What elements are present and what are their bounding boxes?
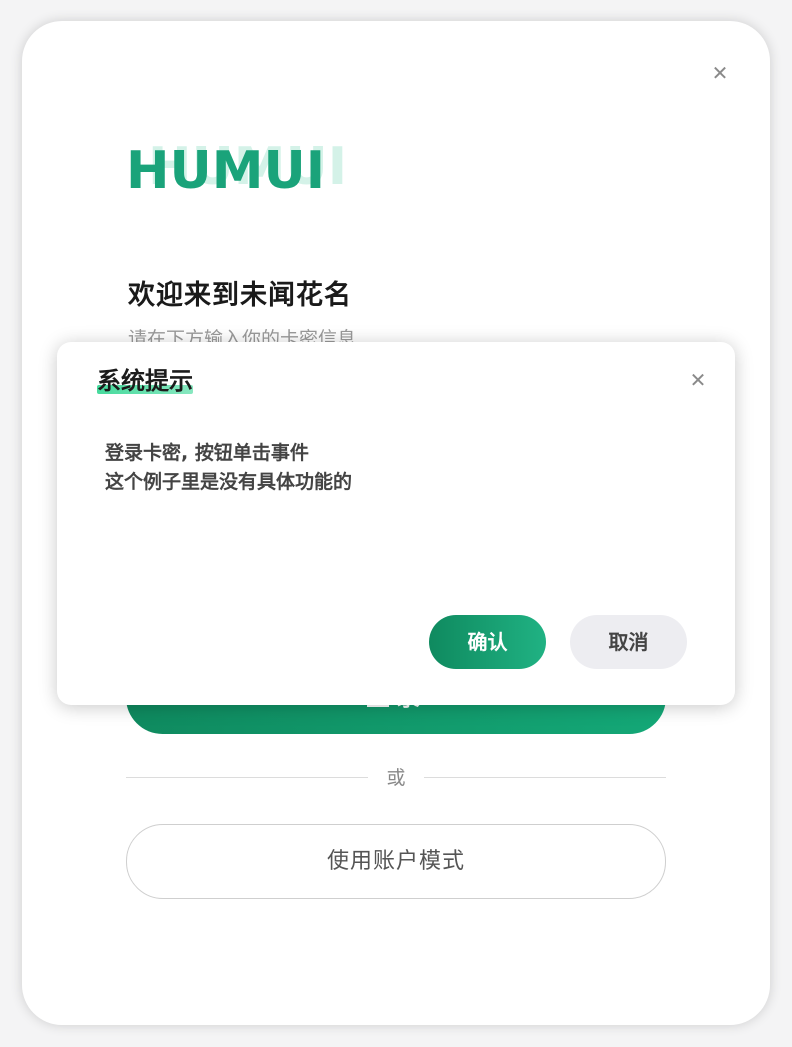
or-divider: 或	[126, 766, 666, 790]
account-mode-button[interactable]: 使用账户模式	[126, 824, 666, 899]
divider-text: 或	[386, 767, 406, 789]
dialog-message-line: 登录卡密, 按钮单击事件	[105, 442, 309, 464]
dialog-title-wrap: 系统提示	[97, 364, 193, 398]
logo: HUMUI HUMUI	[126, 126, 354, 196]
close-icon[interactable]: ✕	[686, 368, 710, 392]
cancel-button[interactable]: 取消	[570, 615, 687, 669]
dialog-message: 登录卡密, 按钮单击事件 这个例子里是没有具体功能的	[105, 439, 352, 497]
divider-line-left	[126, 777, 368, 778]
close-icon[interactable]: ✕	[708, 61, 732, 85]
dialog-message-line: 这个例子里是没有具体功能的	[105, 471, 353, 493]
page: ✕ HUMUI HUMUI 欢迎来到未闻花名 请在下方输入你的卡密信息 登录 或…	[0, 0, 792, 1047]
divider-line-right	[424, 777, 666, 778]
logo-text: HUMUI	[126, 141, 325, 196]
dialog-title: 系统提示	[97, 367, 193, 395]
welcome-title: 欢迎来到未闻花名	[128, 280, 352, 311]
confirm-button[interactable]: 确认	[429, 615, 546, 669]
system-dialog: 系统提示 ✕ 登录卡密, 按钮单击事件 这个例子里是没有具体功能的 确认 取消	[57, 342, 735, 705]
